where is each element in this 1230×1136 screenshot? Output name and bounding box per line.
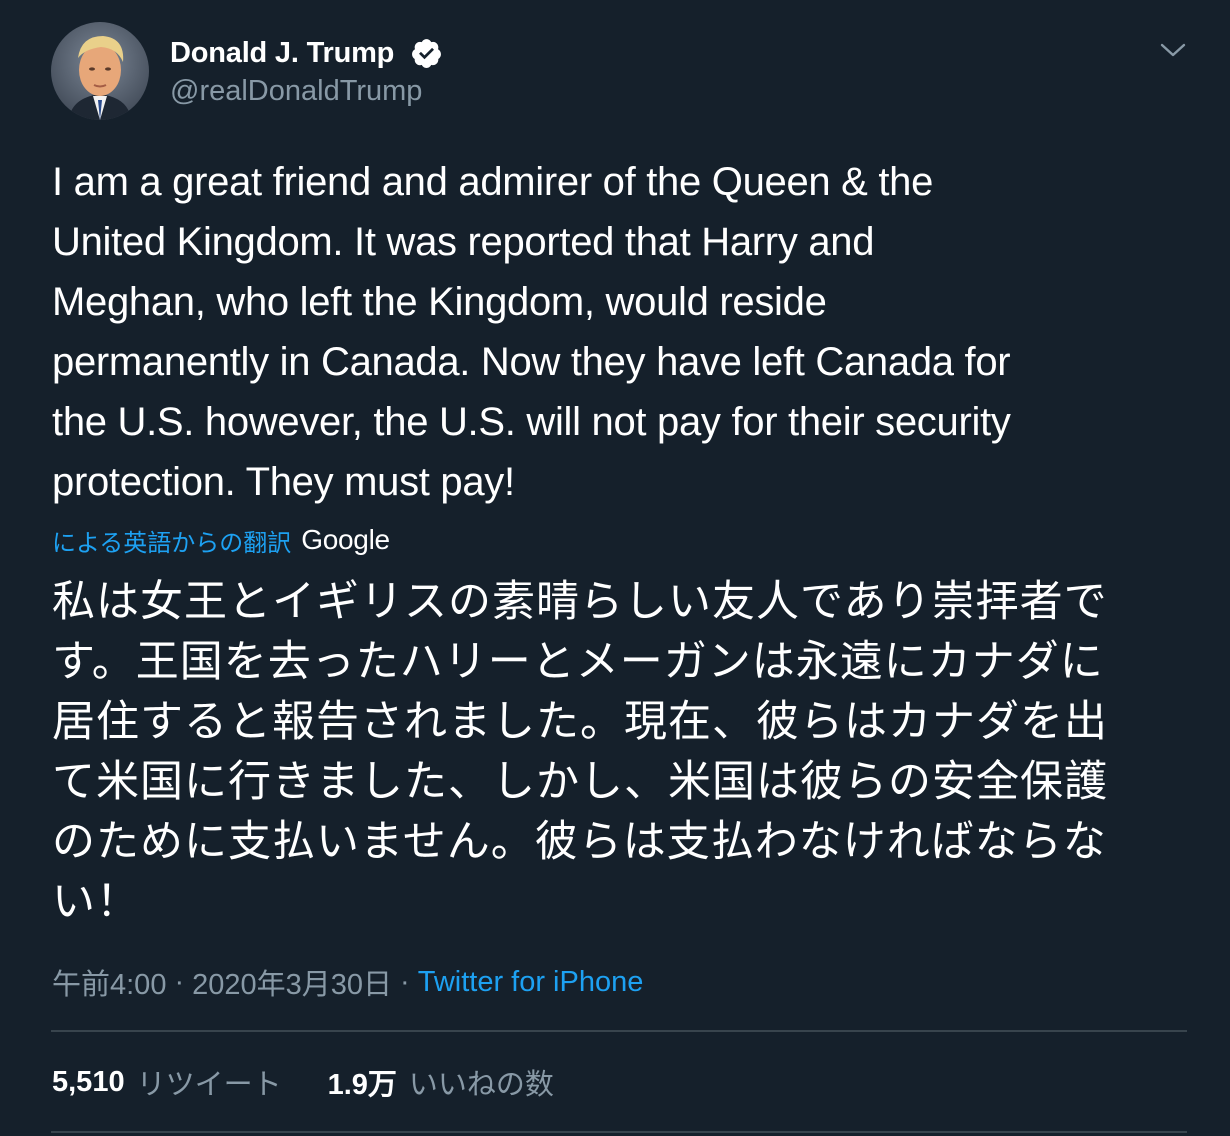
google-logo: Google: [301, 524, 390, 555]
retweet-count: 5,510: [52, 1065, 125, 1098]
meta-separator: ·: [400, 965, 410, 998]
author-handle[interactable]: @realDonaldTrump: [170, 74, 422, 108]
tweet-card: Donald J. Trump @realDonaldTrump I am a …: [0, 0, 1230, 1136]
profile-photo: [51, 22, 149, 120]
translated-tweet-text: 私は女王とイギリスの素晴らしい友人であり崇拝者で す。王国を去ったハリーとメーガ…: [52, 578, 1108, 926]
divider: [51, 1030, 1187, 1032]
avatar[interactable]: [51, 22, 149, 120]
tweet-text: I am a great friend and admirer of the Q…: [52, 160, 1011, 504]
chevron-down-icon[interactable]: [1156, 36, 1190, 64]
translation-label-link[interactable]: による英語からの翻訳: [52, 523, 291, 558]
divider: [51, 1131, 1187, 1133]
meta-separator: ·: [174, 965, 185, 998]
tweet-time-link[interactable]: 午前4:00: [52, 961, 166, 1003]
retweets-stat[interactable]: 5,510 リツイート: [52, 1061, 282, 1103]
tweet-metadata: 午前4:00 · 2020年3月30日 · Twitter for iPhone: [52, 962, 643, 1002]
likes-stat[interactable]: 1.9万 いいねの数: [328, 1061, 554, 1103]
like-label: いいねの数: [408, 1069, 554, 1101]
tweet-source-link[interactable]: Twitter for iPhone: [418, 966, 644, 999]
tweet-stats: 5,510 リツイート 1.9万 いいねの数: [52, 1062, 554, 1102]
verified-badge-icon: [412, 39, 441, 68]
author-display-name[interactable]: Donald J. Trump: [170, 36, 394, 70]
like-count: 1.9万: [327, 1069, 397, 1101]
tweet-date-link[interactable]: 2020年3月30日: [192, 961, 392, 1003]
translation-attribution: による英語からの翻訳 Google: [52, 521, 390, 559]
retweet-label: リツイート: [136, 1069, 282, 1101]
